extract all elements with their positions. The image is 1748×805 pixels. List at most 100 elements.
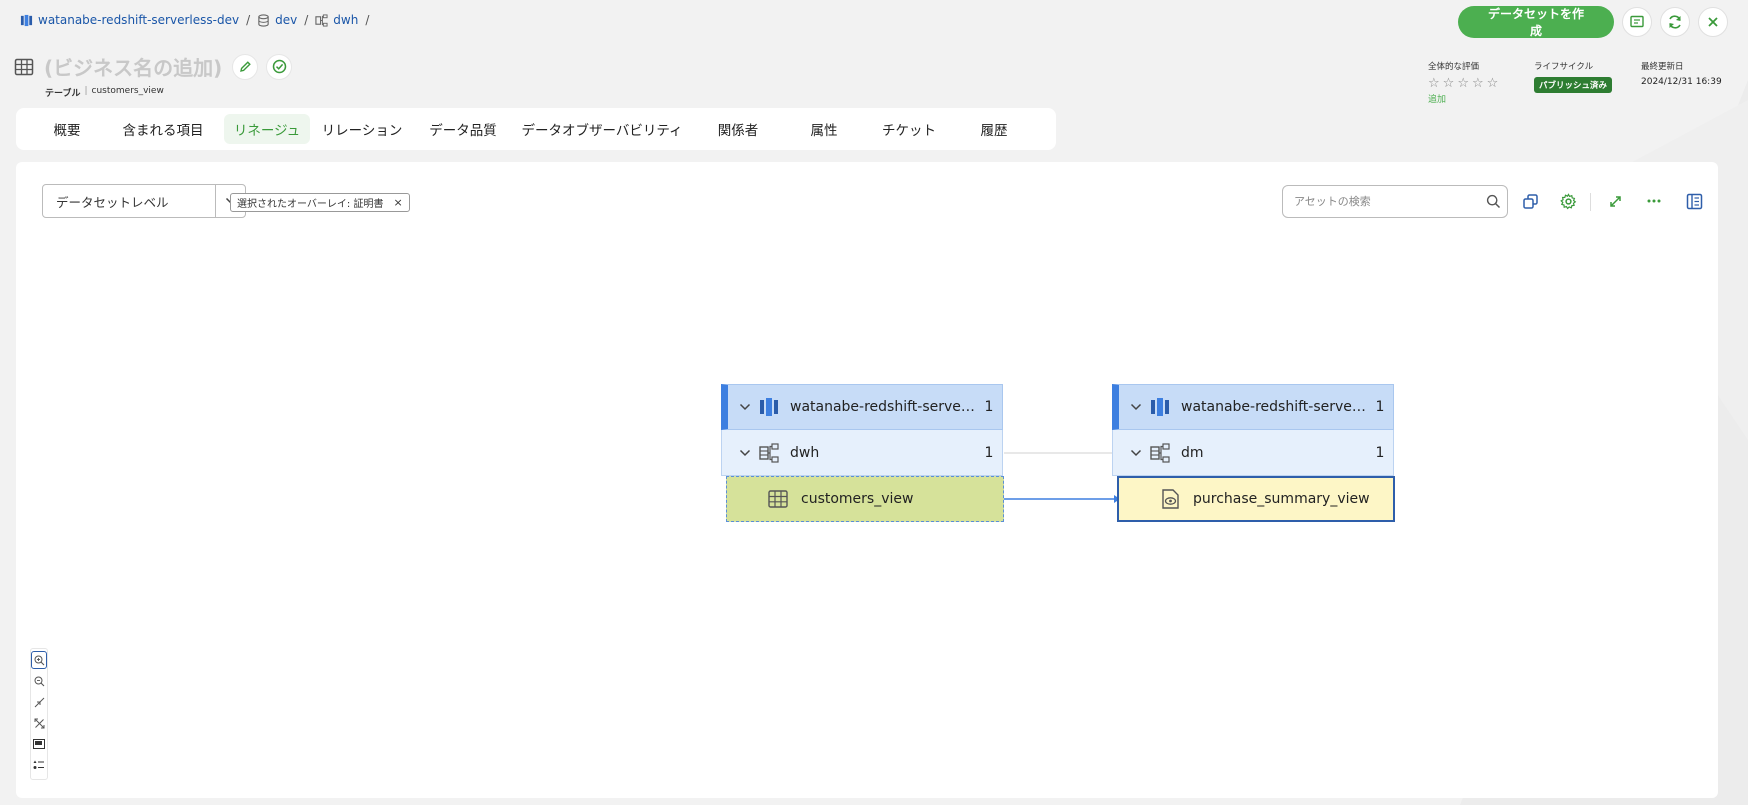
- lifecycle-label: ライフサイクル: [1534, 62, 1594, 72]
- tab-contained-items[interactable]: 含まれる項目: [102, 114, 224, 144]
- schema-icon: [759, 442, 779, 463]
- target-view-name: purchase_summary_view: [1193, 491, 1370, 507]
- schema-icon: [315, 13, 328, 27]
- collapse-view-button[interactable]: [31, 693, 47, 711]
- lifecycle-badge[interactable]: パブリッシュ済み: [1534, 77, 1613, 93]
- source-schema-name: dwh: [790, 444, 820, 461]
- source-database-count: 1: [984, 399, 994, 415]
- top-actions: データセットを作成: [1458, 6, 1728, 38]
- redshift-icon: [760, 398, 778, 416]
- star-icon[interactable]: ☆: [1443, 77, 1455, 90]
- minimap-icon: [33, 739, 45, 749]
- add-rating-link[interactable]: 追加: [1428, 92, 1498, 105]
- database-icon: [258, 13, 269, 27]
- tab-relations[interactable]: リレーション: [310, 114, 414, 144]
- collapse-toggle[interactable]: [1129, 449, 1143, 457]
- chevron-down-icon: [739, 403, 751, 411]
- rating-label: 全体的な評価: [1428, 62, 1480, 72]
- source-database-name: watanabe-redshift-serverless-dev: [790, 399, 976, 415]
- breadcrumb-separator: /: [246, 13, 251, 27]
- target-schema-name: dm: [1181, 444, 1204, 461]
- source-table-name: customers_view: [801, 491, 914, 507]
- tab-overview[interactable]: 概要: [32, 114, 102, 144]
- close-button[interactable]: [1698, 7, 1728, 37]
- chevron-down-icon: [1130, 403, 1142, 411]
- star-icon[interactable]: ☆: [1472, 77, 1484, 90]
- edit-name-button[interactable]: [232, 53, 259, 80]
- target-database-node[interactable]: watanabe-redshift-serverless-dev 1: [1112, 384, 1394, 430]
- breadcrumb-separator: /: [304, 13, 309, 27]
- target-database-name: watanabe-redshift-serverless-dev: [1181, 399, 1367, 415]
- breadcrumb-item-cluster[interactable]: watanabe-redshift-serverless-dev: [20, 13, 239, 27]
- breadcrumb-label: watanabe-redshift-serverless-dev: [38, 13, 240, 27]
- business-name-title[interactable]: (ビジネス名の追加): [44, 52, 222, 81]
- verify-button[interactable]: [266, 53, 293, 80]
- source-group: watanabe-redshift-serverless-dev 1 dwh 1: [721, 384, 1003, 476]
- target-group: watanabe-redshift-serverless-dev 1 dm 1: [1112, 384, 1394, 476]
- redshift-icon: [20, 14, 33, 26]
- object-type: テーブル: [45, 89, 81, 99]
- title-row: (ビジネス名の追加): [14, 52, 300, 81]
- tab-bar: 概要 含まれる項目 リネージュ リレーション データ品質 データオブザーバビリテ…: [16, 108, 1056, 150]
- legend-button[interactable]: [31, 756, 47, 774]
- zoom-in-icon: [34, 655, 44, 665]
- schema-icon: [1150, 442, 1170, 463]
- tab-stakeholders[interactable]: 関係者: [692, 114, 784, 144]
- target-schema-count: 1: [1375, 444, 1385, 461]
- collapse-toggle[interactable]: [1129, 403, 1143, 411]
- rating-block: 全体的な評価 ☆ ☆ ☆ ☆ ☆ 追加: [1428, 60, 1498, 105]
- star-icon[interactable]: ☆: [1457, 77, 1469, 90]
- table-icon: [768, 490, 788, 508]
- rating-stars[interactable]: ☆ ☆ ☆ ☆ ☆: [1428, 77, 1498, 90]
- target-database-count: 1: [1375, 399, 1385, 415]
- target-schema-node[interactable]: dm 1: [1112, 430, 1394, 476]
- pencil-icon: [239, 61, 251, 72]
- fit-screen-icon: [34, 718, 44, 728]
- breadcrumb-item-database[interactable]: dev: [257, 13, 297, 27]
- tab-data-observability[interactable]: データオブザーバビリティ: [512, 114, 692, 144]
- breadcrumb-label: dev: [275, 13, 298, 27]
- updated-value: 2024/12/31 16:39: [1641, 77, 1722, 87]
- comment-button[interactable]: [1622, 7, 1652, 37]
- source-schema-count: 1: [984, 444, 994, 461]
- source-table-node[interactable]: customers_view: [726, 476, 1004, 522]
- object-subtitle: テーブル | customers_view: [45, 86, 164, 99]
- breadcrumb-separator: /: [365, 13, 370, 27]
- shrink-icon: [34, 697, 44, 707]
- redshift-icon: [1151, 398, 1169, 416]
- tab-attributes[interactable]: 属性: [784, 114, 864, 144]
- refresh-icon: [1669, 15, 1681, 29]
- zoom-out-icon: [34, 676, 44, 686]
- collapse-toggle[interactable]: [738, 403, 752, 411]
- legend-icon: [33, 760, 44, 769]
- table-icon: [14, 58, 34, 75]
- lifecycle-block: ライフサイクル パブリッシュ済み: [1534, 60, 1613, 93]
- zoom-out-button[interactable]: [31, 672, 47, 690]
- view-icon: [1162, 489, 1179, 509]
- updated-label: 最終更新日: [1641, 62, 1684, 72]
- check-circle-icon: [272, 59, 287, 74]
- subtitle-divider: |: [84, 86, 88, 96]
- fit-view-button[interactable]: [31, 714, 47, 732]
- zoom-controls: [30, 648, 48, 780]
- refresh-button[interactable]: [1660, 7, 1690, 37]
- zoom-in-button[interactable]: [31, 651, 47, 669]
- tab-tickets[interactable]: チケット: [864, 114, 954, 144]
- collapse-toggle[interactable]: [738, 449, 752, 457]
- star-icon[interactable]: ☆: [1487, 77, 1499, 90]
- source-database-node[interactable]: watanabe-redshift-serverless-dev 1: [721, 384, 1003, 430]
- close-icon: [1708, 17, 1718, 27]
- target-view-node[interactable]: purchase_summary_view: [1117, 476, 1395, 522]
- breadcrumb-item-schema[interactable]: dwh: [315, 13, 358, 27]
- source-schema-node[interactable]: dwh 1: [721, 430, 1003, 476]
- breadcrumb: watanabe-redshift-serverless-dev / dev /…: [20, 13, 376, 27]
- star-icon[interactable]: ☆: [1428, 77, 1440, 90]
- chevron-down-icon: [739, 449, 751, 456]
- tab-history[interactable]: 履歴: [954, 114, 1034, 144]
- breadcrumb-label: dwh: [333, 13, 359, 27]
- tab-data-quality[interactable]: データ品質: [414, 114, 512, 144]
- create-dataset-button[interactable]: データセットを作成: [1458, 6, 1614, 38]
- minimap-button[interactable]: [31, 735, 47, 753]
- updated-block: 最終更新日 2024/12/31 16:39: [1641, 60, 1722, 87]
- tab-lineage[interactable]: リネージュ: [224, 114, 310, 144]
